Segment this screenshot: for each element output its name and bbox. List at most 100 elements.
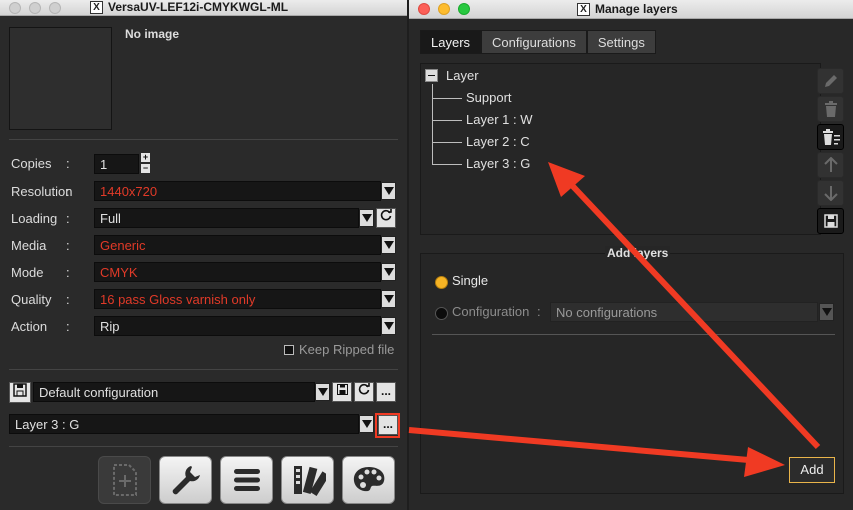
mode-select[interactable]: CMYK [94,262,381,282]
tree-item-layer-3[interactable]: Layer 3 : G [466,156,530,171]
edit-button[interactable] [817,68,844,94]
media-label: Media [11,238,47,253]
save-layers-button[interactable] [817,208,844,234]
tree-item-support[interactable]: Support [466,90,512,105]
swatch-icon [293,466,326,497]
resolution-select[interactable]: 1440x720 [94,181,381,201]
tree-root[interactable]: Layer [446,68,479,83]
x11-icon: X [577,2,590,16]
arrow-down-icon [823,186,838,201]
layer-tree [420,63,821,235]
tab-bar: Layers Configurations Settings [420,30,656,54]
loading-colon: : [66,211,70,226]
add-button[interactable]: Add [789,457,835,483]
minimize-button[interactable] [438,3,450,15]
add-file-icon [112,464,137,496]
move-down-button[interactable] [817,180,844,206]
copies-colon: : [66,156,70,171]
collapse-icon[interactable] [425,69,438,82]
media-colon: : [66,238,70,253]
copies-stepper[interactable]: + − [141,153,150,173]
manage-layers-titlebar: X Manage layers [409,0,853,19]
copies-input[interactable]: 1 [94,154,139,174]
add-layers-group [420,253,844,494]
copies-label: Copies [11,156,52,171]
single-radio[interactable] [435,276,448,289]
loading-label: Loading [11,211,58,226]
quality-dropdown-icon[interactable] [381,290,396,308]
tab-settings[interactable]: Settings [586,30,656,54]
color-button[interactable] [342,456,395,504]
palette-icon [353,467,384,492]
menu-icon [233,469,260,491]
configuration-colon: : [537,304,541,319]
media-select[interactable]: Generic [94,235,381,255]
action-select[interactable]: Rip [94,316,381,336]
no-image-label: No image [125,27,180,41]
tree-item-layer-1[interactable]: Layer 1 : W [466,112,532,127]
single-label: Single [452,273,489,288]
printer-window: X VersaUV-LEF12i-CMYKWGL-ML No image Cop… [0,0,407,510]
printer-titlebar: X VersaUV-LEF12i-CMYKWGL-ML [0,0,407,16]
keep-ripped-label: Keep Ripped file [299,342,395,357]
divider [9,139,398,140]
tab-layers[interactable]: Layers [420,30,482,54]
resolution-dropdown-icon[interactable] [381,182,396,200]
save-icon [823,214,838,228]
configuration-radio[interactable] [435,307,448,320]
save-icon[interactable] [332,382,352,402]
add-layers-title: Add layers [605,246,671,260]
reload-icon[interactable] [354,382,374,402]
close-button[interactable] [9,1,21,14]
trash-list-icon [822,129,840,145]
media-dropdown-icon[interactable] [381,236,396,254]
action-dropdown-icon[interactable] [381,317,396,335]
swatch-button[interactable] [281,456,334,504]
layer-select[interactable]: Layer 3 : G [9,414,359,434]
tree-line [432,84,433,165]
divider [432,334,835,335]
loading-select[interactable]: Full [94,208,359,228]
loading-dropdown-icon[interactable] [359,209,374,227]
tree-line [432,120,462,121]
configuration-select[interactable]: Default configuration [33,382,315,402]
image-preview [9,27,112,130]
config-more-button[interactable]: ... [376,382,396,402]
quality-select[interactable]: 16 pass Gloss varnish only [94,289,381,309]
delete-all-button[interactable] [817,124,844,150]
add-file-button[interactable] [98,456,151,504]
queue-button[interactable] [220,456,273,504]
tree-line [432,142,462,143]
configuration-dropdown[interactable]: No configurations [550,302,818,322]
close-button[interactable] [418,3,430,15]
wrench-icon [172,466,200,495]
settings-button[interactable] [159,456,212,504]
tree-line [432,98,462,99]
highlight-box [375,413,400,438]
quality-colon: : [66,292,70,307]
configuration-dropdown-icon[interactable] [315,383,330,401]
move-up-button[interactable] [817,152,844,178]
refresh-icon[interactable] [376,208,396,228]
layer-dropdown-icon[interactable] [359,415,374,433]
decrement-icon[interactable]: − [141,164,150,173]
tree-line [432,164,462,165]
arrow-up-icon [823,157,838,172]
tab-configurations[interactable]: Configurations [481,30,587,54]
keep-ripped-checkbox[interactable] [284,345,294,355]
zoom-button[interactable] [458,3,470,15]
action-colon: : [66,319,70,334]
pencil-icon [824,75,837,87]
delete-button[interactable] [817,96,844,122]
window-title: VersaUV-LEF12i-CMYKWGL-ML [108,0,289,14]
mode-dropdown-icon[interactable] [381,263,396,281]
minimize-button[interactable] [29,1,41,14]
save-config-icon[interactable] [9,382,31,403]
divider [9,369,398,370]
tree-item-layer-2[interactable]: Layer 2 : C [466,134,530,149]
window-title: Manage layers [595,2,678,16]
increment-icon[interactable]: + [141,153,150,162]
zoom-button[interactable] [49,1,61,14]
configuration-dropdown-icon[interactable] [819,303,834,321]
mode-label: Mode [11,265,44,280]
